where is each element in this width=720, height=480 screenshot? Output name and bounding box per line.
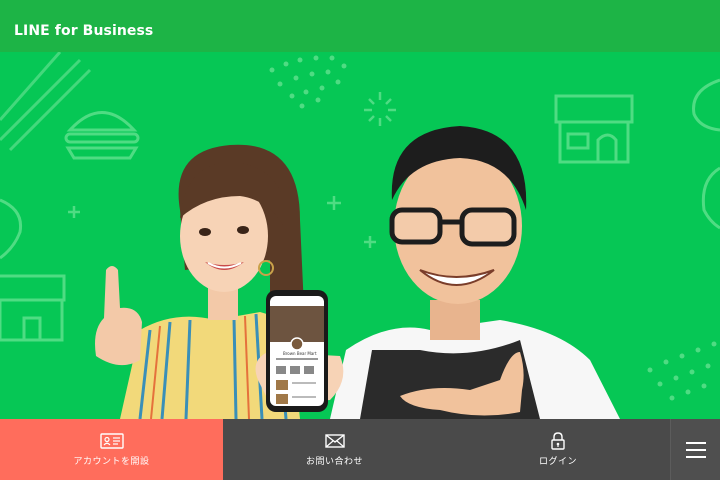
menu-button[interactable]	[670, 419, 720, 480]
login-button[interactable]: ログイン	[446, 419, 670, 480]
phone-screen-title: Brown Bear Mart	[283, 351, 317, 356]
lock-icon	[546, 432, 570, 450]
hero-banner: Brown Bear Mart	[0, 52, 720, 419]
contact-label: お問い合わせ	[305, 457, 363, 467]
contact-button[interactable]: お問い合わせ	[223, 419, 446, 480]
hamburger-menu-icon	[685, 441, 706, 458]
site-header: LINE for Business	[0, 0, 720, 52]
burger-outline-icon	[64, 111, 140, 160]
line-for-business-logo[interactable]: LINE for Business	[14, 23, 153, 39]
shop-outline-icon-left	[0, 274, 66, 342]
login-label: ログイン	[538, 457, 577, 467]
envelope-icon	[323, 432, 347, 450]
shop-outline-icon	[554, 94, 634, 164]
bottom-nav-bar: アカウントを開設 お問い合わせ ログイン	[0, 419, 720, 480]
hero-illustration: Brown Bear Mart	[0, 52, 720, 419]
location-pin-outline-icon	[0, 78, 720, 260]
id-card-icon	[99, 432, 124, 450]
open-account-button[interactable]: アカウントを開設	[0, 419, 223, 480]
open-account-label: アカウントを開設	[73, 457, 150, 467]
